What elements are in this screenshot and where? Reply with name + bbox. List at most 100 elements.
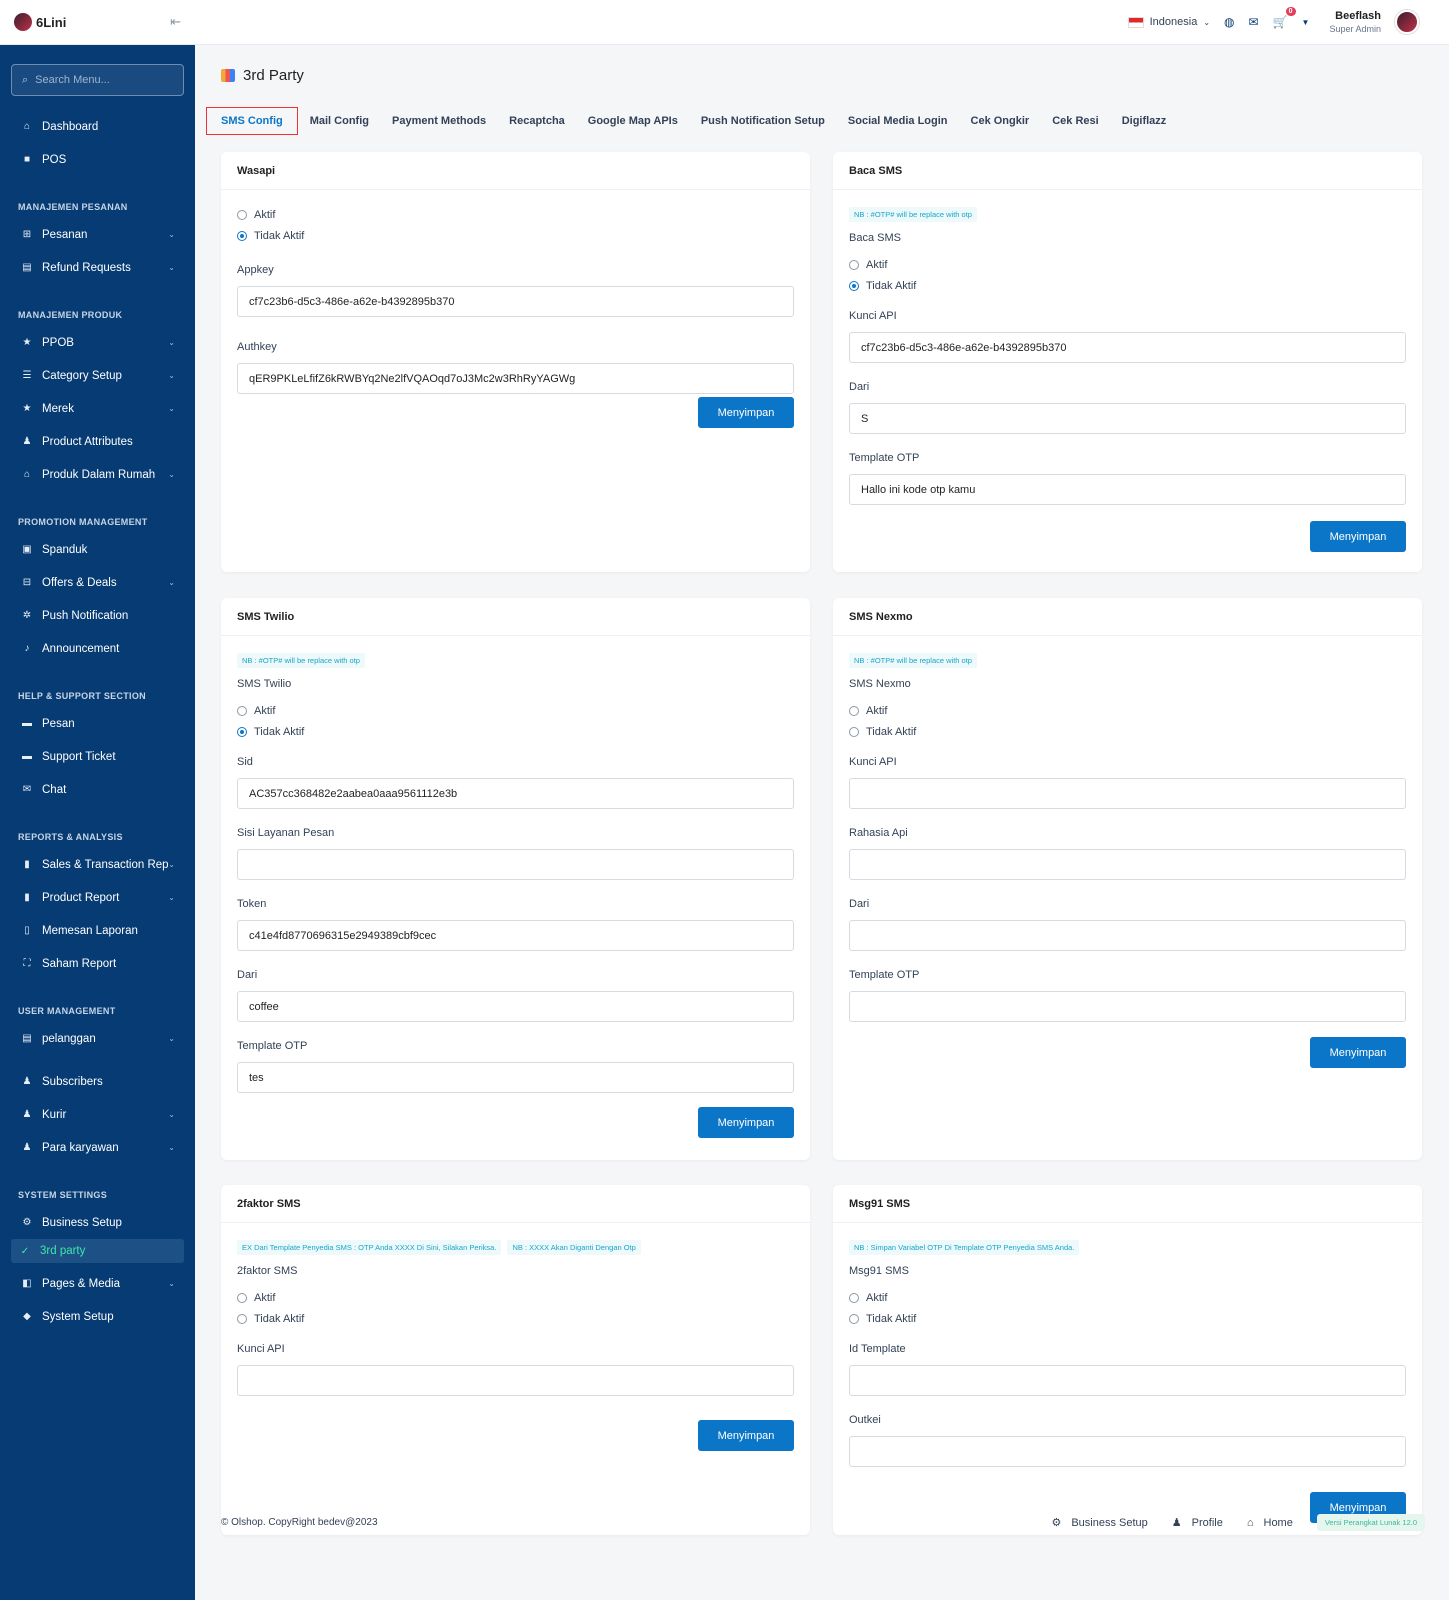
kunci-api-input[interactable]	[849, 778, 1406, 809]
kunci-api-input[interactable]	[237, 1365, 794, 1396]
aktif-radio[interactable]: Aktif	[237, 700, 794, 721]
aktif-radio[interactable]: Aktif	[849, 700, 1406, 721]
radio-button[interactable]	[849, 259, 859, 270]
sidebar-item-3rd-party[interactable]: ✓ 3rd party	[11, 1239, 184, 1263]
sidebar-item-offers-deals[interactable]: ⊟ Offers & Deals ⌄	[0, 566, 195, 599]
sidebar-item-para-karyawan[interactable]: ♟ Para karyawan ⌄	[0, 1131, 195, 1164]
kunci-api-input[interactable]: cf7c23b6-d5c3-486e-a62e-b4392895b370	[849, 332, 1406, 363]
sidebar-item-business-setup[interactable]: ⚙ Business Setup	[0, 1206, 195, 1239]
tidak-aktif-radio[interactable]: Tidak Aktif	[237, 225, 794, 246]
tab-sms-config[interactable]: SMS Config	[206, 107, 298, 135]
save-button[interactable]: Menyimpan	[698, 1107, 794, 1138]
sidebar-item-spanduk[interactable]: ▣ Spanduk	[0, 533, 195, 566]
rahasia-api-input[interactable]	[849, 849, 1406, 880]
tab-digiflazz[interactable]: Digiflazz	[1111, 108, 1178, 134]
save-button[interactable]: Menyimpan	[698, 1420, 794, 1451]
save-button[interactable]: Menyimpan	[698, 397, 794, 428]
messaging-service-input[interactable]	[237, 849, 794, 880]
token-input[interactable]: c41e4fd8770696315e2949389cbf9cec	[237, 920, 794, 951]
avatar[interactable]	[1395, 10, 1419, 34]
tidak-aktif-radio[interactable]: Tidak Aktif	[849, 721, 1406, 742]
sidebar-item-subscribers[interactable]: ♟ Subscribers	[0, 1065, 195, 1098]
id-template-input[interactable]	[849, 1365, 1406, 1396]
sidebar-item-pos[interactable]: ■ POS	[0, 143, 195, 176]
sidebar-item-product-attributes[interactable]: ♟ Product Attributes	[0, 425, 195, 458]
sidebar-item-pages-media[interactable]: ◧ Pages & Media ⌄	[0, 1267, 195, 1300]
dari-input[interactable]: S	[849, 403, 1406, 434]
authkey-input[interactable]: qER9PKLeLfifZ6kRWBYq2Ne2lfVQAOqd7oJ3Mc2w…	[237, 363, 794, 394]
aktif-radio[interactable]: Aktif	[849, 1287, 1406, 1308]
sidebar-item-ppob[interactable]: ★ PPOB ⌄	[0, 326, 195, 359]
radio-button[interactable]	[849, 705, 859, 716]
search-menu-input[interactable]: ⌕ Search Menu...	[11, 64, 184, 96]
tidak-aktif-radio[interactable]: Tidak Aktif	[849, 1308, 1406, 1329]
aktif-radio[interactable]: Aktif	[237, 204, 794, 225]
dari-input[interactable]: coffee	[237, 991, 794, 1022]
sidebar-item-sales-report[interactable]: ▮ Sales & Transaction Repo ⌄	[0, 848, 195, 881]
tab-cek-ongkir[interactable]: Cek Ongkir	[960, 108, 1041, 134]
cart-icon[interactable]: 🛒 0	[1273, 7, 1296, 29]
collapse-icon[interactable]: ⇤	[170, 14, 181, 30]
sidebar-item-system-setup[interactable]: ◆ System Setup	[0, 1300, 195, 1333]
sidebar-item-pesanan[interactable]: ⊞ Pesanan ⌄	[0, 218, 195, 251]
sms-twilio-label: SMS Twilio	[237, 678, 292, 690]
radio-button[interactable]	[237, 726, 247, 737]
tab-recaptcha[interactable]: Recaptcha	[498, 108, 576, 134]
globe-icon[interactable]: ◍	[1224, 15, 1234, 29]
caret-down-icon[interactable]: ▼	[1302, 18, 1310, 27]
tidak-aktif-radio[interactable]: Tidak Aktif	[237, 1308, 794, 1329]
user-menu[interactable]: Beeflash Super Admin	[1329, 10, 1381, 34]
mail-icon[interactable]: ✉	[1249, 15, 1259, 29]
radio-button[interactable]	[849, 280, 859, 291]
template-otp-input[interactable]	[849, 991, 1406, 1022]
dari-input[interactable]	[849, 920, 1406, 951]
radio-button[interactable]	[849, 726, 859, 737]
sidebar-item-product-report[interactable]: ▮ Product Report ⌄	[0, 881, 195, 914]
sidebar-item-pesan[interactable]: ▬ Pesan	[0, 707, 195, 740]
card-title: SMS Nexmo	[833, 598, 1422, 636]
sidebar-item-refund[interactable]: ▤ Refund Requests ⌄	[0, 251, 195, 284]
footer-link-business-setup[interactable]: ⚙ Business Setup	[1051, 1516, 1147, 1529]
tab-google-map-apis[interactable]: Google Map APIs	[577, 108, 689, 134]
sidebar-item-merek[interactable]: ★ Merek ⌄	[0, 392, 195, 425]
tidak-aktif-radio[interactable]: Tidak Aktif	[237, 721, 794, 742]
brand-logo[interactable]: 6Lini	[14, 13, 66, 31]
radio-button[interactable]	[849, 1313, 859, 1324]
appkey-input[interactable]: cf7c23b6-d5c3-486e-a62e-b4392895b370	[237, 286, 794, 317]
aktif-radio[interactable]: Aktif	[237, 1287, 794, 1308]
radio-button[interactable]	[237, 230, 247, 241]
tab-mail-config[interactable]: Mail Config	[299, 108, 380, 134]
sidebar-item-support-ticket[interactable]: ▬ Support Ticket	[0, 740, 195, 773]
tab-cek-resi[interactable]: Cek Resi	[1041, 108, 1109, 134]
tidak-aktif-radio[interactable]: Tidak Aktif	[849, 275, 1406, 296]
template-otp-input[interactable]: tes	[237, 1062, 794, 1093]
sidebar-item-saham-report[interactable]: ⛶ Saham Report	[0, 947, 195, 980]
tab-payment-methods[interactable]: Payment Methods	[381, 108, 497, 134]
sidebar-item-category-setup[interactable]: ☰ Category Setup ⌄	[0, 359, 195, 392]
sidebar-item-push-notification[interactable]: ✲ Push Notification	[0, 599, 195, 632]
sid-input[interactable]: AC357cc368482e2aabea0aaa9561112e3b	[237, 778, 794, 809]
save-button[interactable]: Menyimpan	[1310, 521, 1406, 552]
radio-button[interactable]	[849, 1292, 859, 1303]
sidebar-item-kurir[interactable]: ♟ Kurir ⌄	[0, 1098, 195, 1131]
sidebar-item-produk-dalam-rumah[interactable]: ⌂ Produk Dalam Rumah ⌄	[0, 458, 195, 491]
save-button[interactable]: Menyimpan	[1310, 1037, 1406, 1068]
footer-link-home[interactable]: ⌂ Home	[1247, 1517, 1293, 1529]
sidebar-item-dashboard[interactable]: ⌂ Dashboard	[0, 110, 195, 143]
outkei-input[interactable]	[849, 1436, 1406, 1467]
radio-button[interactable]	[237, 1292, 247, 1303]
language-selector[interactable]: Indonesia ⌄	[1127, 16, 1210, 28]
footer-link-profile[interactable]: ♟ Profile	[1172, 1516, 1223, 1529]
tab-push-notification-setup[interactable]: Push Notification Setup	[690, 108, 836, 134]
template-otp-input[interactable]: Hallo ini kode otp kamu	[849, 474, 1406, 505]
radio-button[interactable]	[237, 209, 247, 220]
radio-button[interactable]	[237, 705, 247, 716]
sidebar-item-memesan-laporan[interactable]: ▯ Memesan Laporan	[0, 914, 195, 947]
sidebar-item-chat[interactable]: ✉ Chat	[0, 773, 195, 806]
cart-badge: 0	[1285, 7, 1296, 16]
tab-social-media-login[interactable]: Social Media Login	[837, 108, 959, 134]
aktif-radio[interactable]: Aktif	[849, 254, 1406, 275]
sidebar-item-announcement[interactable]: ♪ Announcement	[0, 632, 195, 665]
radio-button[interactable]	[237, 1313, 247, 1324]
sidebar-item-pelanggan[interactable]: ▤ pelanggan ⌄	[0, 1022, 195, 1055]
